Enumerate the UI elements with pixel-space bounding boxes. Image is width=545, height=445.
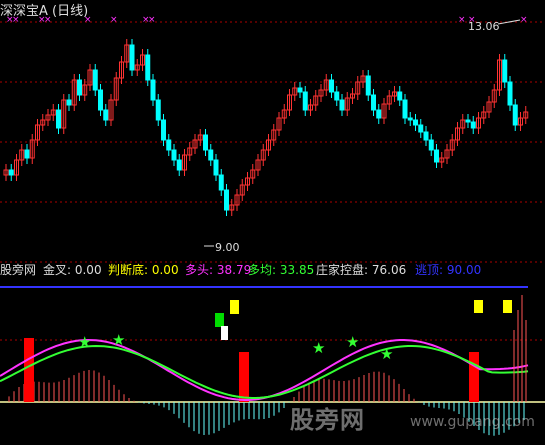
candle-body bbox=[507, 81, 513, 106]
star-marker: ★ bbox=[380, 345, 393, 363]
candle-body bbox=[302, 91, 308, 111]
candle-body bbox=[297, 87, 303, 93]
candle-body bbox=[8, 169, 14, 176]
candle-body bbox=[218, 174, 224, 191]
x-mark: × bbox=[110, 15, 118, 25]
candle-body bbox=[329, 79, 334, 93]
candle-body bbox=[24, 149, 30, 159]
legend-jincha: 金叉: 0.00 bbox=[43, 263, 102, 277]
candle-body bbox=[402, 99, 408, 119]
candle-body bbox=[66, 99, 72, 106]
candle-body bbox=[465, 119, 471, 123]
star-marker: ★ bbox=[312, 339, 325, 357]
candle-body bbox=[155, 99, 161, 121]
candle-body bbox=[397, 91, 403, 101]
candle-body bbox=[98, 89, 103, 111]
candle-body bbox=[512, 104, 518, 126]
candle-body bbox=[203, 134, 208, 151]
candle-body bbox=[376, 109, 382, 119]
legend-zhuangjia: 庄家控盘: 76.06 bbox=[316, 263, 407, 277]
grid-lines bbox=[0, 21, 545, 341]
price-annotations bbox=[204, 19, 521, 247]
candle-body bbox=[418, 124, 424, 133]
candle-body bbox=[56, 109, 61, 129]
signal-bar bbox=[24, 338, 34, 402]
legend-duojun: 多均: 33.85 bbox=[248, 263, 315, 277]
candle-body bbox=[434, 149, 439, 163]
x-mark: × bbox=[148, 15, 156, 25]
candle-body bbox=[339, 99, 345, 111]
candle-body bbox=[92, 69, 98, 91]
candle-body bbox=[502, 59, 508, 83]
star-marker: ★ bbox=[78, 333, 91, 351]
candle-body bbox=[129, 44, 135, 71]
candle-body bbox=[224, 189, 229, 211]
candle-body bbox=[150, 79, 156, 101]
yellow-box bbox=[474, 300, 483, 313]
candle-body bbox=[423, 131, 429, 141]
candle-body bbox=[470, 121, 476, 129]
legend-duotou: 多头: 38.79 bbox=[185, 263, 252, 277]
candlesticks bbox=[3, 39, 529, 216]
star-marker: ★ bbox=[112, 331, 125, 349]
x-mark: × bbox=[458, 15, 466, 25]
yellow-box bbox=[230, 300, 239, 314]
candle-body bbox=[413, 119, 418, 126]
candle-body bbox=[161, 119, 166, 141]
legend-panduandi: 判断底: 0.00 bbox=[108, 263, 179, 277]
x-mark: × bbox=[520, 15, 528, 25]
candle-body bbox=[213, 159, 219, 176]
candle-body bbox=[77, 79, 82, 96]
candle-body bbox=[365, 75, 371, 96]
indicator-name: 股旁网 bbox=[0, 263, 37, 277]
candle-body bbox=[145, 54, 151, 81]
candle-body bbox=[103, 109, 109, 121]
yellow-box bbox=[503, 300, 512, 313]
candle-body bbox=[407, 117, 413, 121]
indicator-legend: 股旁网 金叉: 0.00 判断底: 0.00 多头: 38.79 多均: 33.… bbox=[0, 261, 545, 277]
low-price-label: 9.00 bbox=[215, 241, 240, 254]
chart-title: 深深宝A (日线) bbox=[0, 4, 89, 19]
candle-body bbox=[176, 159, 182, 171]
white-box bbox=[221, 326, 228, 340]
signal-bar bbox=[469, 352, 479, 402]
candle-body bbox=[208, 149, 214, 161]
candle-body bbox=[371, 94, 376, 111]
green-box bbox=[215, 313, 224, 327]
candle-body bbox=[334, 91, 340, 101]
candle-body bbox=[166, 139, 172, 151]
high-price-label: 13.06 bbox=[468, 20, 500, 33]
watermark-main: 股旁网 bbox=[290, 406, 365, 434]
chart-canvas: ×× ×× × × ×× × × × ★ ★ ★ ★★ bbox=[0, 15, 545, 436]
candle-body bbox=[171, 149, 177, 161]
candle-body bbox=[428, 139, 434, 151]
watermark-sub: www.gupang.com bbox=[410, 414, 535, 430]
legend-taoding: 逃顶: 90.00 bbox=[415, 263, 482, 277]
signal-bar bbox=[239, 352, 249, 402]
star-marker: ★ bbox=[346, 333, 359, 351]
